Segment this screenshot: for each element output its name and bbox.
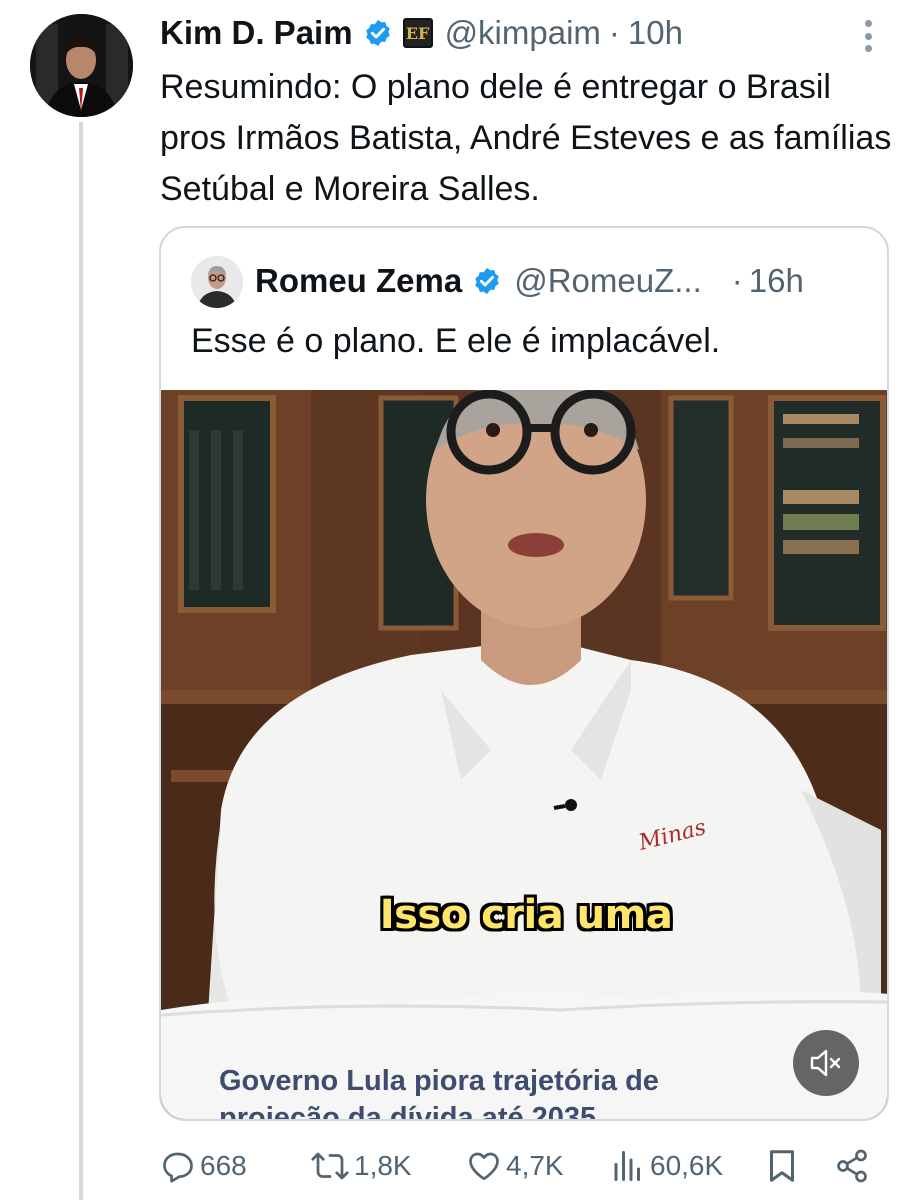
- share-button[interactable]: [834, 1140, 870, 1192]
- quoted-timestamp[interactable]: 16h: [749, 262, 804, 300]
- thread-connector-line: [79, 122, 83, 1200]
- quoted-tweet-text: Esse é o plano. E ele é implacável.: [191, 322, 721, 360]
- author-handle[interactable]: @kimpaim: [445, 14, 601, 52]
- more-options-icon[interactable]: [856, 16, 880, 56]
- tweet-action-bar: 668 1,8K 4,7K 60,6K: [160, 1140, 890, 1192]
- quoted-separator-dot: ·: [731, 262, 743, 299]
- quoted-author-name[interactable]: Romeu Zema: [255, 262, 462, 300]
- mute-icon[interactable]: [793, 1030, 859, 1096]
- like-icon: [469, 1152, 499, 1181]
- share-icon: [837, 1149, 867, 1183]
- video-newspaper-headline: Governo Lula piora trajetória de: [219, 1065, 659, 1097]
- like-count: 4,7K: [506, 1150, 564, 1181]
- video-newspaper-subheadline: projeção da dívida até 2035: [219, 1102, 597, 1121]
- video-frame: Minas: [161, 390, 887, 1119]
- quoted-verified-badge-icon: [472, 266, 502, 296]
- tweet-timestamp[interactable]: 10h: [628, 14, 683, 52]
- reply-count: 668: [200, 1150, 247, 1181]
- quoted-tweet-header: Romeu Zema @RomeuZ... · 16h: [255, 258, 804, 304]
- repost-button[interactable]: 1,8K: [310, 1140, 412, 1192]
- repost-count: 1,8K: [354, 1150, 412, 1181]
- video-player[interactable]: Minas Isso cria uma Governo Lula piora t…: [161, 390, 887, 1121]
- like-button[interactable]: 4,7K: [466, 1140, 564, 1192]
- verified-badge-icon: [363, 18, 393, 48]
- view-count: 60,6K: [650, 1150, 724, 1181]
- views-icon: [614, 1151, 640, 1181]
- tweet-header: Kim D. Paim EF @kimpaim · 10h: [160, 12, 683, 54]
- separator-dot: ·: [608, 14, 620, 51]
- reply-icon: [163, 1152, 193, 1183]
- repost-icon: [311, 1152, 349, 1180]
- bookmark-icon: [770, 1150, 794, 1182]
- quoted-author-avatar[interactable]: [191, 256, 243, 308]
- quoted-author-handle[interactable]: @RomeuZ...: [514, 262, 702, 300]
- affiliate-badge-icon[interactable]: EF: [402, 18, 433, 48]
- author-avatar[interactable]: [30, 14, 133, 117]
- video-caption: Isso cria uma: [379, 892, 673, 938]
- tweet-text: Resumindo: O plano dele é entregar o Bra…: [160, 68, 892, 208]
- bookmark-button[interactable]: [766, 1140, 798, 1192]
- quoted-tweet-card[interactable]: Romeu Zema @RomeuZ... · 16h Esse é o pla…: [159, 226, 889, 1121]
- reply-button[interactable]: 668: [160, 1140, 247, 1192]
- views-button[interactable]: 60,6K: [610, 1140, 723, 1192]
- author-name[interactable]: Kim D. Paim: [160, 14, 353, 52]
